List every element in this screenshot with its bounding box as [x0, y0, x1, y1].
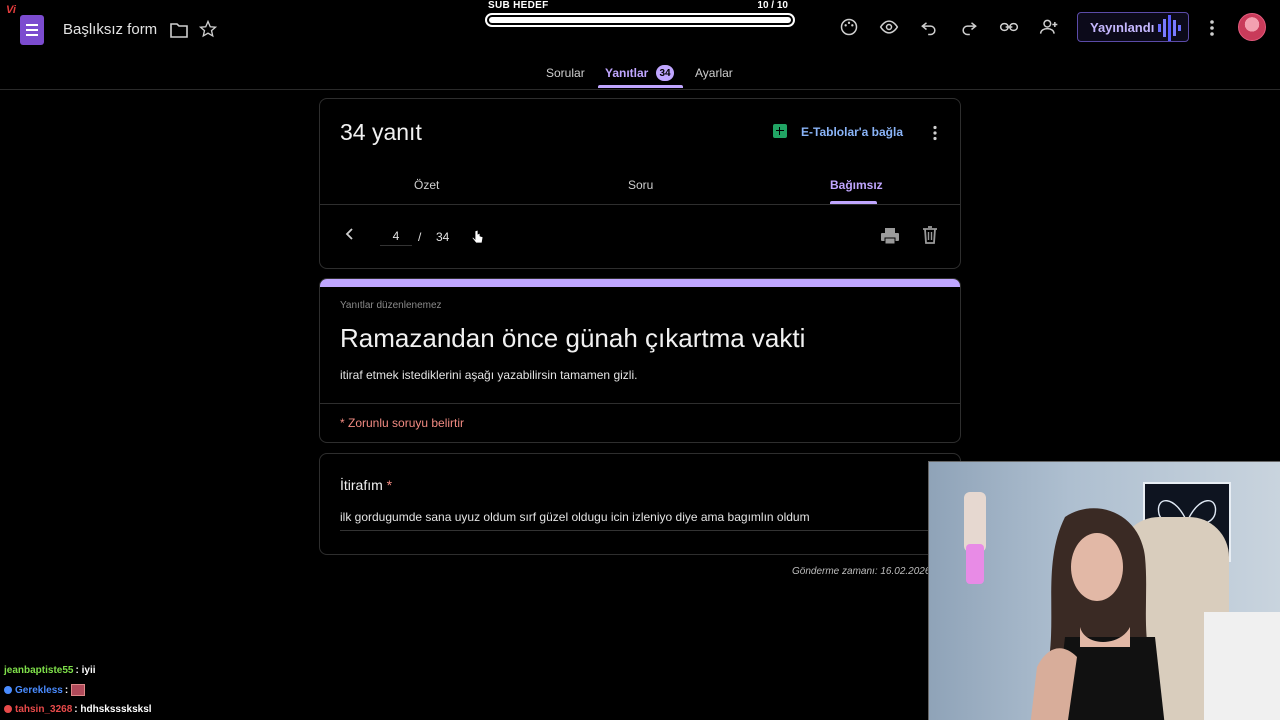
- summary-divider: [320, 204, 960, 205]
- tab-questions[interactable]: Sorular: [546, 66, 585, 80]
- required-note: * Zorunlu soruyu belirtir: [340, 416, 465, 430]
- responses-count-title: 34 yanıt: [340, 119, 422, 145]
- subtab-summary[interactable]: Özet: [414, 178, 439, 192]
- main-tabs: Sorular Yanıtlar 34 Ayarlar: [0, 62, 1280, 90]
- microphone-light: [966, 544, 984, 584]
- document-title[interactable]: Başlıksız form: [63, 21, 157, 38]
- header-divider: [320, 403, 960, 404]
- pager-separator: /: [418, 230, 422, 244]
- star-icon[interactable]: [199, 20, 217, 38]
- submission-timestamp: Gönderme zamanı: 16.02.2026: [792, 566, 931, 577]
- add-collaborator-icon[interactable]: [1039, 17, 1059, 37]
- chat-username: jeanbaptiste55: [4, 665, 74, 676]
- chat-emote-icon: [70, 683, 85, 696]
- no-edit-note: Yanıtlar düzenlenemez: [340, 300, 442, 311]
- sheets-icon[interactable]: [773, 124, 787, 138]
- tab-settings[interactable]: Ayarlar: [695, 66, 733, 80]
- active-tab-indicator: [598, 85, 683, 88]
- chat-separator: :: [64, 684, 69, 696]
- chat-username: tahsin_3268: [15, 704, 73, 715]
- form-title: Ramazandan önce günah çıkartma vakti: [340, 323, 806, 353]
- chat-text: iyii: [81, 665, 96, 676]
- user-avatar[interactable]: [1238, 13, 1266, 41]
- responses-count-badge: 34: [656, 65, 674, 81]
- sub-goal-count: 10 / 10: [757, 0, 788, 11]
- chat-username: Gerekless: [15, 684, 63, 696]
- moon-badge-icon: [4, 705, 12, 714]
- pager-total: 34: [436, 230, 450, 244]
- moon-badge-icon: [4, 685, 12, 694]
- published-label: Yayınlandı: [1090, 19, 1155, 35]
- streamer: [1025, 507, 1185, 720]
- required-marker: *: [386, 477, 393, 493]
- delete-response-icon[interactable]: [922, 226, 938, 244]
- subtab-question[interactable]: Soru: [628, 178, 653, 192]
- undo-icon[interactable]: [919, 17, 939, 37]
- question-card: İtirafım * ilk gordugumde sana uyuz oldu…: [319, 453, 961, 555]
- header-accent-bar: [320, 279, 960, 287]
- chat-text: hdhsksssksksl: [80, 704, 152, 715]
- previous-response-icon[interactable]: [344, 227, 356, 241]
- more-options-icon[interactable]: [1209, 19, 1215, 37]
- forms-app-icon[interactable]: [20, 15, 44, 45]
- chat-separator: :: [75, 665, 79, 676]
- print-icon[interactable]: [880, 227, 900, 245]
- subtab-individual[interactable]: Bağımsız: [830, 178, 883, 192]
- palette-icon[interactable]: [839, 17, 859, 37]
- stream-chat: jeanbaptiste55: iyii Gerekless: tahsin_3…: [4, 664, 304, 720]
- redo-icon[interactable]: [959, 17, 979, 37]
- next-response-icon[interactable]: [470, 227, 486, 245]
- published-button[interactable]: Yayınlandı: [1077, 12, 1189, 42]
- responses-summary-card: 34 yanıt E-Tablolar'a bağla Özet Soru Ba…: [319, 98, 961, 269]
- tab-responses[interactable]: Yanıtlar: [605, 66, 648, 80]
- question-answer: ilk gordugumde sana uyuz oldum sırf güze…: [340, 510, 940, 531]
- question-label: İtirafım *: [340, 477, 392, 493]
- webcam-overlay: [928, 461, 1280, 720]
- response-index-input[interactable]: 4: [380, 226, 412, 246]
- sub-goal-label: SUB HEDEF: [488, 0, 549, 11]
- link-icon[interactable]: [999, 17, 1019, 37]
- sub-goal-progress-bar: [485, 13, 795, 27]
- folder-icon[interactable]: [170, 22, 188, 38]
- sub-goal-widget: SUB HEDEF 10 / 10: [484, 0, 796, 30]
- chat-message: tahsin_3268: hdhsksssksksl: [4, 703, 304, 720]
- top-bar: Vi Başlıksız form SUB HEDEF 10 / 10 Yayı…: [0, 0, 1280, 90]
- shelf: [1204, 612, 1280, 720]
- chat-message: Gerekless:: [4, 683, 304, 704]
- responses-more-icon[interactable]: [932, 125, 938, 141]
- form-description: itiraf etmek istediklerini aşağı yazabil…: [340, 368, 638, 382]
- link-to-sheets-button[interactable]: E-Tablolar'a bağla: [801, 125, 903, 139]
- form-header-card: Yanıtlar düzenlenemez Ramazandan önce gü…: [319, 278, 961, 443]
- sub-goal-progress-fill: [489, 17, 791, 23]
- chat-message: jeanbaptiste55: iyii: [4, 664, 304, 684]
- audio-wave-icon: [1156, 15, 1182, 41]
- microphone: [964, 492, 986, 552]
- chat-separator: :: [74, 704, 78, 715]
- preview-eye-icon[interactable]: [879, 17, 899, 37]
- question-title: İtirafım: [340, 477, 383, 493]
